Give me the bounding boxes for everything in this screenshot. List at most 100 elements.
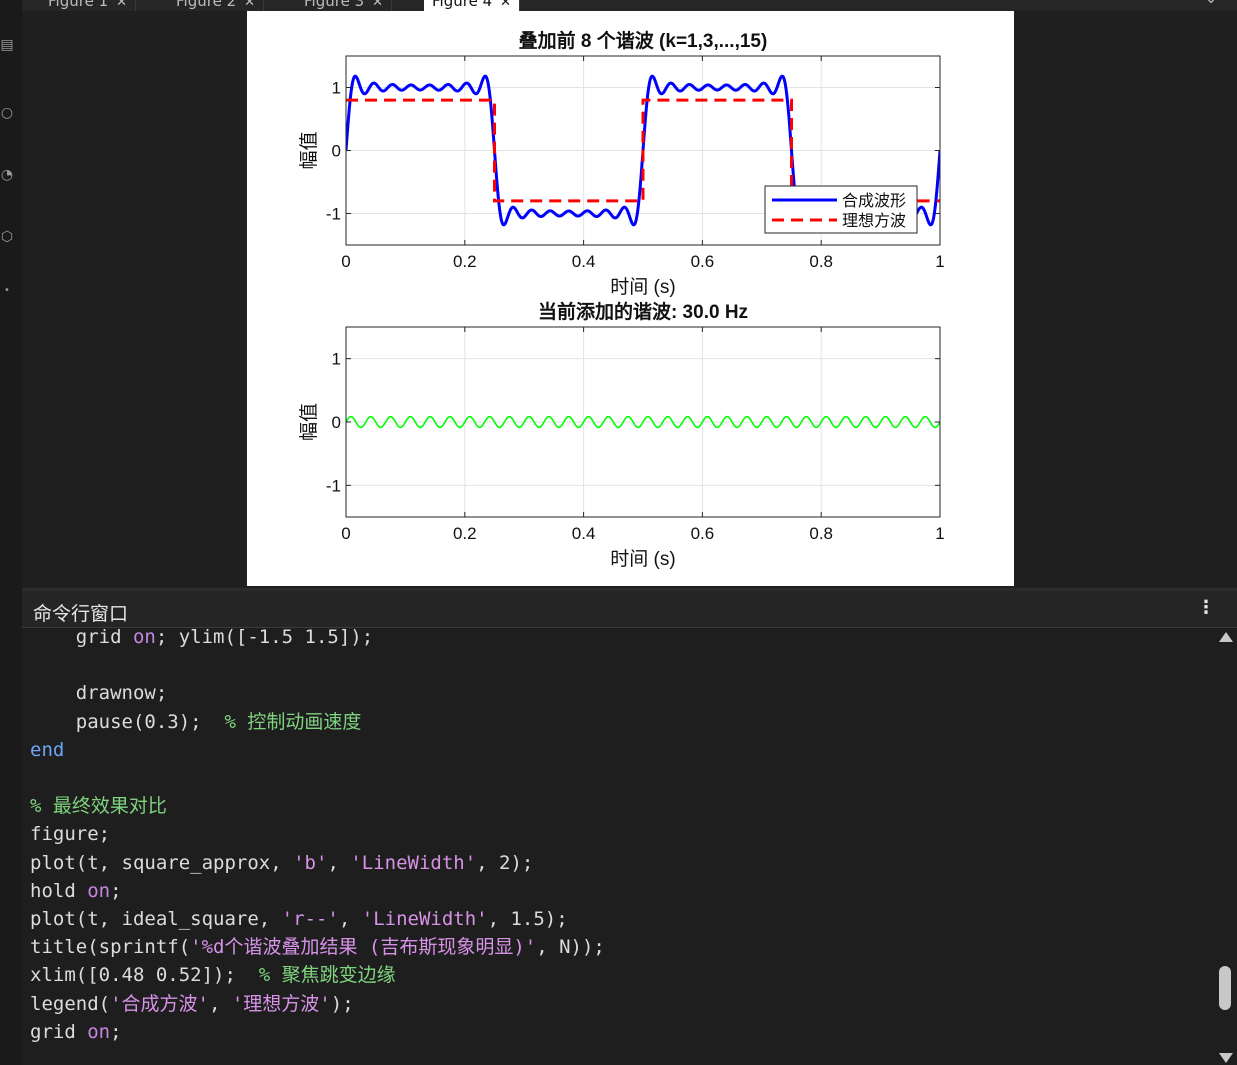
code-token: grid — [30, 628, 133, 648]
code-token: 'r--' — [281, 908, 339, 930]
x-tick-label: 0 — [341, 524, 350, 543]
code-token: plot(t, square_approx, — [30, 851, 294, 874]
tab-figure-2[interactable]: Figure 2 ✕ — [168, 0, 265, 11]
command-window-title: 命令行窗口 — [33, 603, 129, 625]
legend-label: 理想方波 — [842, 212, 906, 230]
x-tick-label: 0.2 — [453, 252, 477, 271]
tab-figure-4[interactable]: Figure 4 ✕ — [424, 0, 521, 11]
code-token: ; — [110, 1020, 122, 1043]
scroll-down-icon[interactable] — [1219, 1053, 1233, 1063]
code-token: , 2); — [476, 851, 534, 874]
cube-icon[interactable]: ⬡ — [0, 230, 14, 244]
code-token: plot(t, ideal_square, — [30, 908, 282, 930]
code-token: ; — [110, 879, 122, 902]
tab-label: Figure 2 — [176, 0, 237, 10]
code-line: drawnow; — [30, 679, 168, 707]
code-token: legend( — [30, 992, 111, 1015]
command-window-header: 命令行窗口 ⋮ — [22, 591, 1237, 628]
code-token: xlim([0.48 0.52]); — [30, 964, 259, 987]
close-icon[interactable]: ✕ — [116, 0, 127, 10]
left-toolstrip: ▤ ○ ◔ ⬡ • — [0, 0, 23, 1065]
y-tick-label: 1 — [332, 79, 341, 98]
chart-title: 叠加前 8 个谐波 (k=1,3,...,15) — [519, 29, 768, 52]
code-token: end — [30, 738, 65, 761]
x-tick-label: 0.4 — [572, 252, 596, 271]
code-token: on — [132, 628, 156, 648]
code-token: '合成方波' — [110, 992, 209, 1015]
code-line: figure; — [30, 820, 110, 848]
code-token: ); — [330, 992, 354, 1015]
chevron-down-icon[interactable]: ⌄ — [1205, 0, 1217, 7]
code-token: pause(0.3); — [30, 710, 225, 733]
more-options-icon[interactable]: ⋮ — [1197, 597, 1215, 618]
figure-canvas: 0 0.2 0.4 0.6 0.8 1 1 0 -1 叠加前 8 个谐波 (k=1,3,...,1… — [247, 11, 1014, 586]
x-tick-label: 1 — [935, 524, 944, 543]
tab-label: Figure 4 — [432, 0, 493, 10]
dot-icon: • — [4, 285, 10, 296]
code-line: grid on; ylim([-1.5 1.5]); — [30, 628, 373, 651]
code-token: % 控制动画速度 — [224, 710, 362, 733]
tab-figure-1[interactable]: Figure 1 ✕ — [40, 0, 137, 11]
x-tick-label: 0.2 — [453, 524, 477, 543]
code-token: '%d个谐波叠加结果 (吉布斯现象明显)' — [190, 936, 537, 959]
scroll-up-icon[interactable] — [1219, 632, 1233, 642]
x-tick-label: 0.4 — [572, 524, 596, 543]
code-token: 'LineWidth' — [361, 908, 488, 930]
figure-plots: 0 0.2 0.4 0.6 0.8 1 1 0 -1 叠加前 8 个谐波 (k=1,3,...,1… — [298, 29, 945, 570]
code-token: title(sprintf( — [30, 936, 191, 959]
code-token: '理想方波' — [231, 992, 331, 1015]
code-token: on — [87, 1020, 111, 1043]
code-line: legend('合成方波', '理想方波'); — [30, 990, 354, 1018]
code-token: drawnow; — [30, 682, 168, 705]
code-token: hold — [30, 879, 88, 902]
panel-icon[interactable]: ▤ — [0, 38, 14, 52]
y-axis-label: 幅值 — [298, 131, 320, 169]
code-line: xlim([0.48 0.52]); % 聚焦跳变边缘 — [30, 961, 396, 989]
code-token: , 1.5); — [487, 908, 568, 930]
x-tick-label: 0.6 — [691, 524, 715, 543]
code-line: grid on; — [30, 1018, 122, 1046]
command-window-body[interactable]: grid on; ylim([-1.5 1.5]); drawnow; paus… — [22, 628, 1214, 1065]
code-line: % 最终效果对比 — [30, 792, 167, 820]
code-token: % 最终效果对比 — [30, 795, 167, 818]
close-icon[interactable]: ✕ — [372, 0, 383, 10]
code-token: , — [327, 851, 351, 874]
vertical-scrollbar[interactable] — [1214, 628, 1237, 1065]
x-tick-label: 0 — [341, 252, 350, 271]
y-axis-label: 幅值 — [298, 403, 320, 441]
scrollbar-thumb[interactable] — [1219, 966, 1231, 1010]
code-token: on — [87, 879, 111, 902]
figure-area: 0 0.2 0.4 0.6 0.8 1 1 0 -1 叠加前 8 个谐波 (k=1,3,...,1… — [22, 11, 1237, 588]
code-token: , N)); — [536, 936, 605, 959]
y-tick-label: 1 — [332, 350, 341, 369]
code-line: pause(0.3); % 控制动画速度 — [30, 708, 362, 736]
code-line: end — [30, 736, 64, 764]
x-tick-label: 1 — [935, 252, 944, 271]
close-icon[interactable]: ✕ — [500, 0, 511, 10]
x-axis-label: 时间 (s) — [610, 276, 675, 298]
tab-label: Figure 3 — [304, 0, 365, 10]
code-token: % 聚焦跳变边缘 — [258, 964, 396, 987]
x-axis-label: 时间 (s) — [610, 548, 675, 570]
x-tick-label: 0.8 — [809, 524, 833, 543]
code-token: figure; — [30, 823, 111, 846]
code-token: ; ylim([-1.5 1.5]); — [155, 628, 374, 648]
x-tick-label: 0.8 — [809, 252, 833, 271]
code-line: plot(t, square_approx, 'b', 'LineWidth',… — [30, 849, 533, 877]
y-tick-label: -1 — [326, 476, 341, 495]
figure-tab-bar: Figure 1 ✕ Figure 2 ✕ Figure 3 ✕ Figure 4 ✕ … — [22, 0, 1237, 11]
tab-figure-3[interactable]: Figure 3 ✕ — [296, 0, 393, 11]
code-line: title(sprintf('%d个谐波叠加结果 (吉布斯现象明显)', N))… — [30, 933, 605, 961]
legend-label: 合成波形 — [842, 192, 906, 210]
circle-icon[interactable]: ○ — [0, 106, 14, 120]
code-line: plot(t, ideal_square, 'r--', 'LineWidth'… — [30, 905, 568, 933]
clock-icon[interactable]: ◔ — [0, 168, 14, 182]
y-tick-label: -1 — [326, 205, 341, 224]
close-icon[interactable]: ✕ — [244, 0, 255, 10]
chart-title: 当前添加的谐波: 30.0 Hz — [538, 300, 748, 323]
code-token: 'b' — [293, 851, 328, 874]
code-token: 'LineWidth' — [350, 851, 477, 874]
code-line: hold on; — [30, 877, 122, 905]
y-tick-label: 0 — [332, 413, 341, 432]
x-tick-label: 0.6 — [691, 252, 715, 271]
